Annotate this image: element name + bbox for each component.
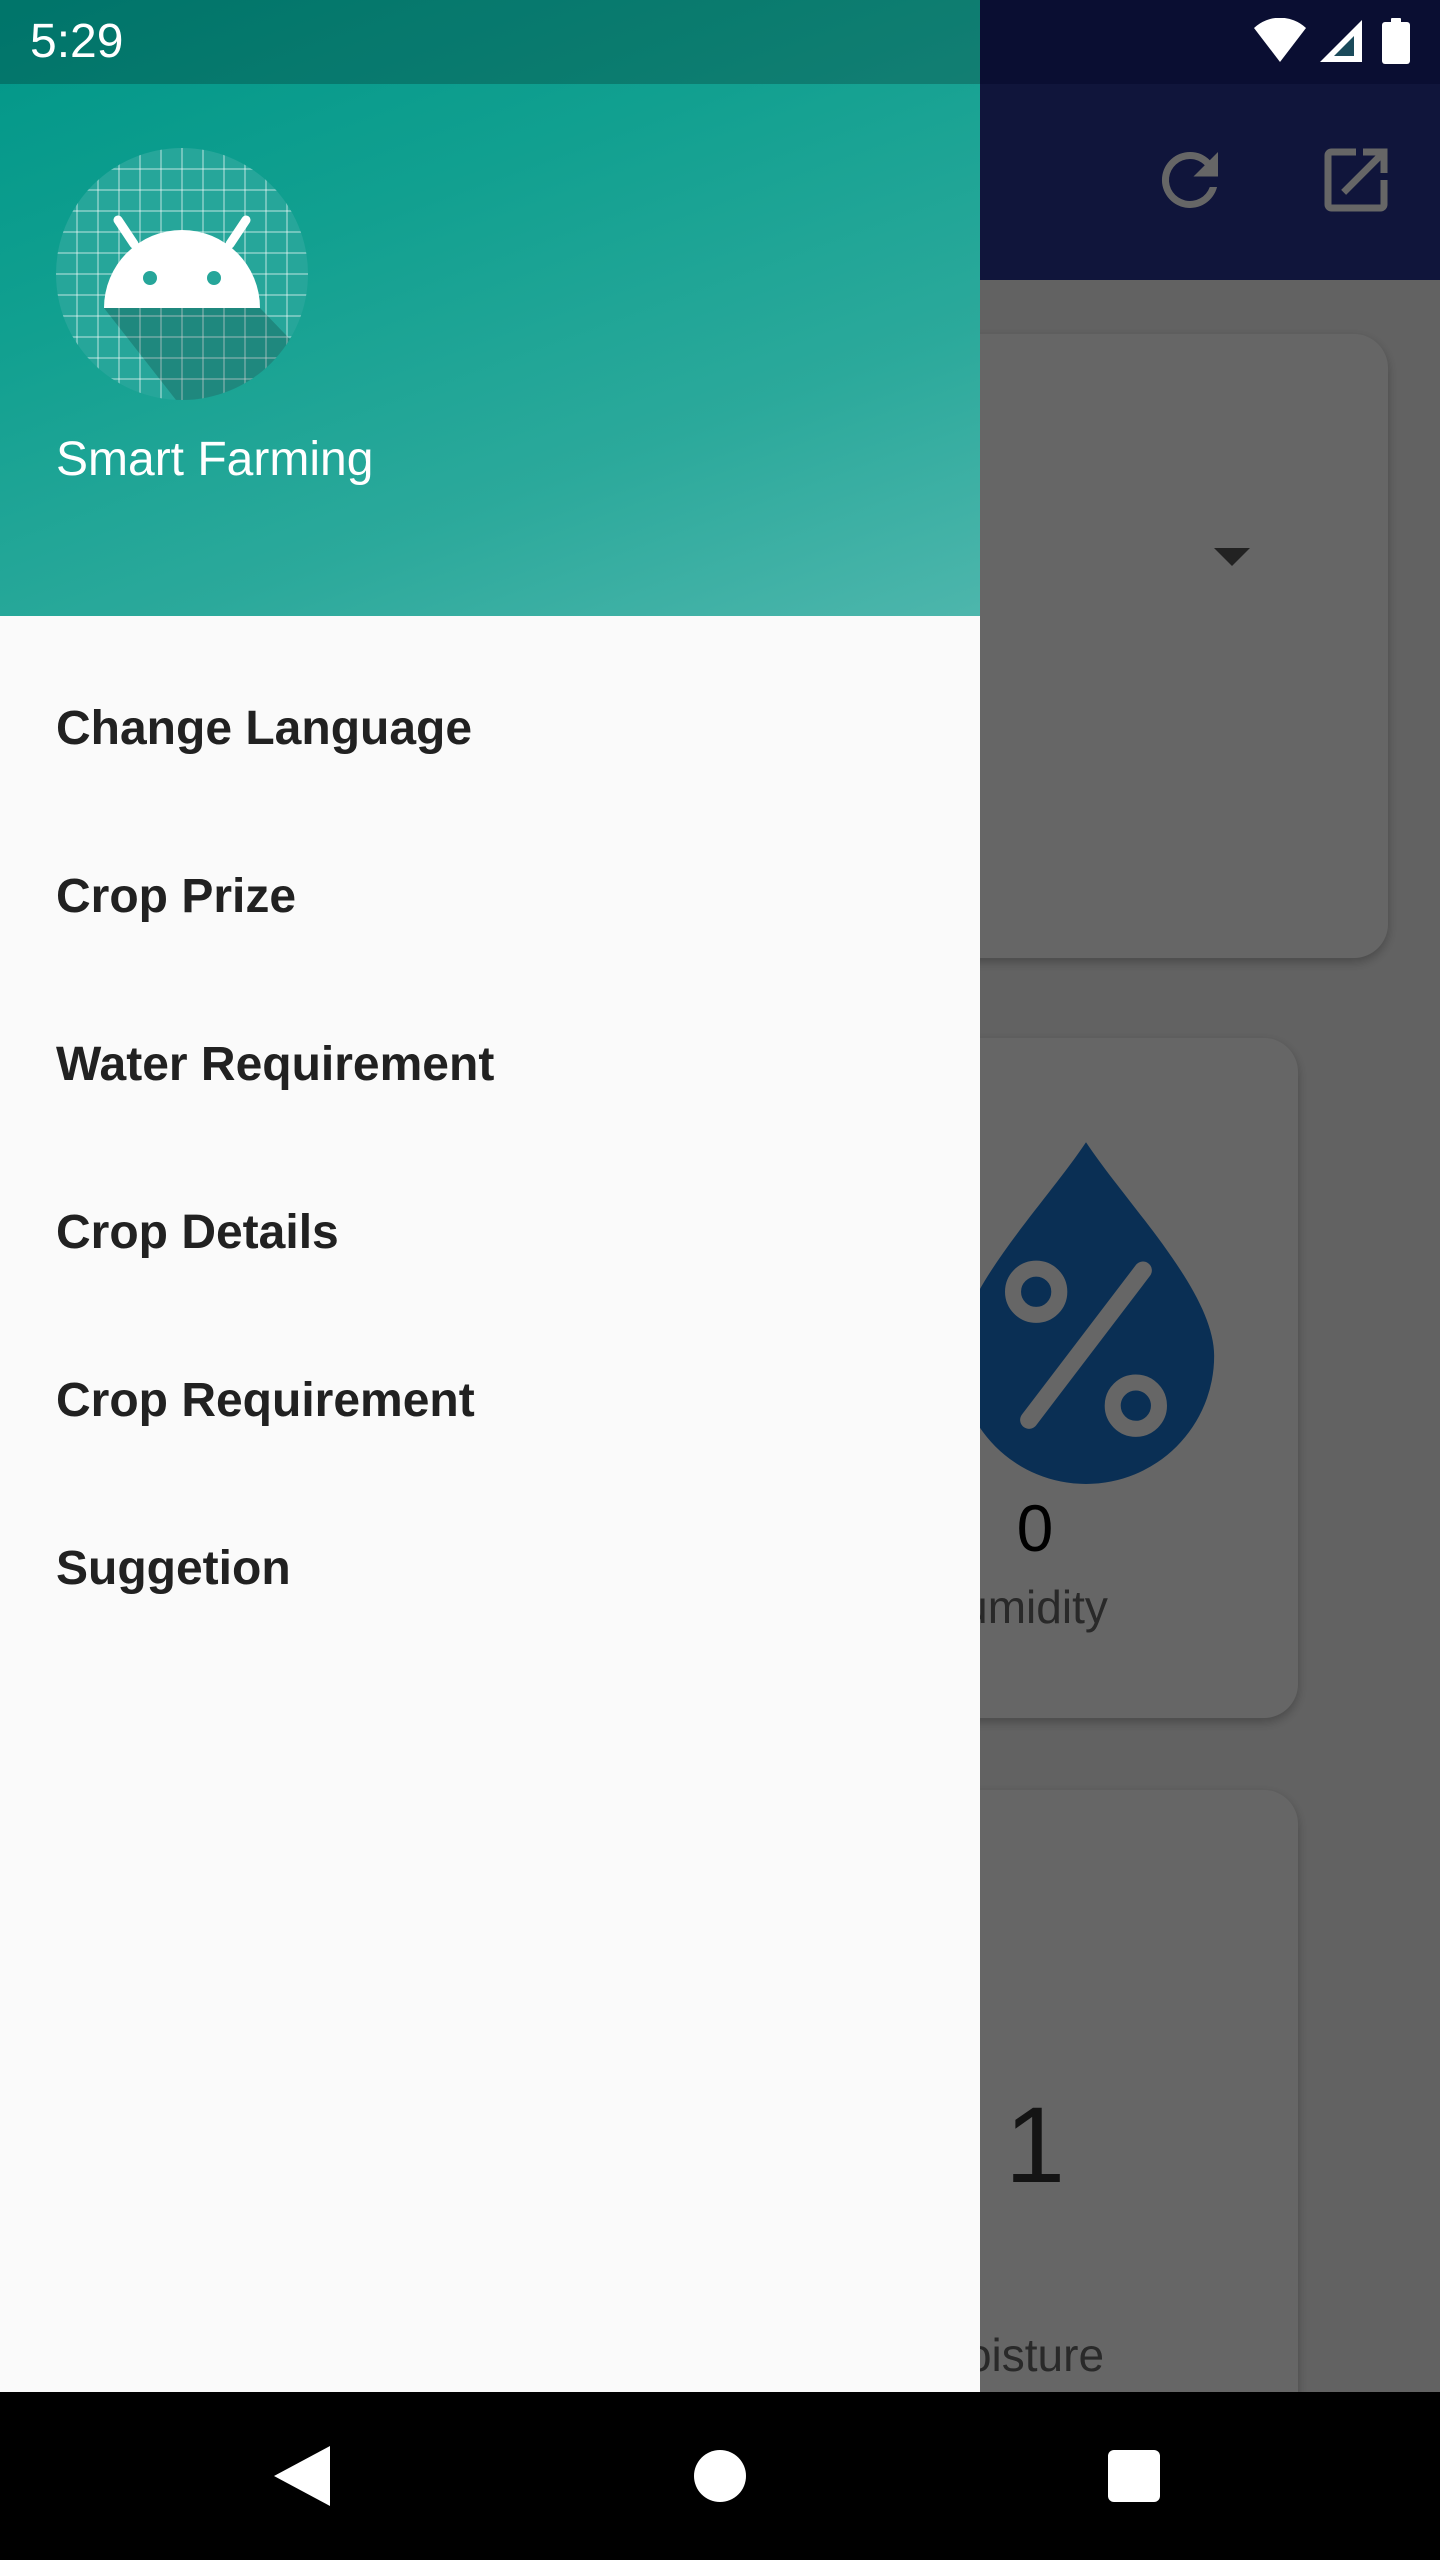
- system-nav-bar: [0, 2392, 1440, 2560]
- back-icon[interactable]: [270, 2444, 332, 2508]
- menu-item-crop-details[interactable]: Crop Details: [0, 1148, 980, 1316]
- menu-item-water-requirement[interactable]: Water Requirement: [0, 980, 980, 1148]
- app-name: Smart Farming: [56, 433, 374, 486]
- menu-item-crop-requirement[interactable]: Crop Requirement: [0, 1316, 980, 1484]
- android-icon: [56, 148, 308, 400]
- menu-item-crop-prize[interactable]: Crop Prize: [0, 812, 980, 980]
- status-bar: 5:29: [0, 0, 1440, 84]
- menu-item-change-language[interactable]: Change Language: [0, 644, 980, 812]
- cell-signal-icon: [1320, 20, 1362, 62]
- status-time: 5:29: [30, 15, 124, 68]
- recents-icon[interactable]: [1108, 2450, 1160, 2502]
- battery-icon: [1382, 18, 1410, 64]
- menu-item-suggetion[interactable]: Suggetion: [0, 1484, 980, 1652]
- drawer-header: Smart Farming: [0, 0, 980, 616]
- home-icon[interactable]: [694, 2450, 746, 2502]
- wifi-icon: [1254, 18, 1306, 62]
- navigation-drawer: Smart Farming Change Language Crop Prize…: [0, 0, 980, 2392]
- drawer-menu: Change Language Crop Prize Water Require…: [0, 644, 980, 1652]
- status-icons: [1252, 18, 1412, 66]
